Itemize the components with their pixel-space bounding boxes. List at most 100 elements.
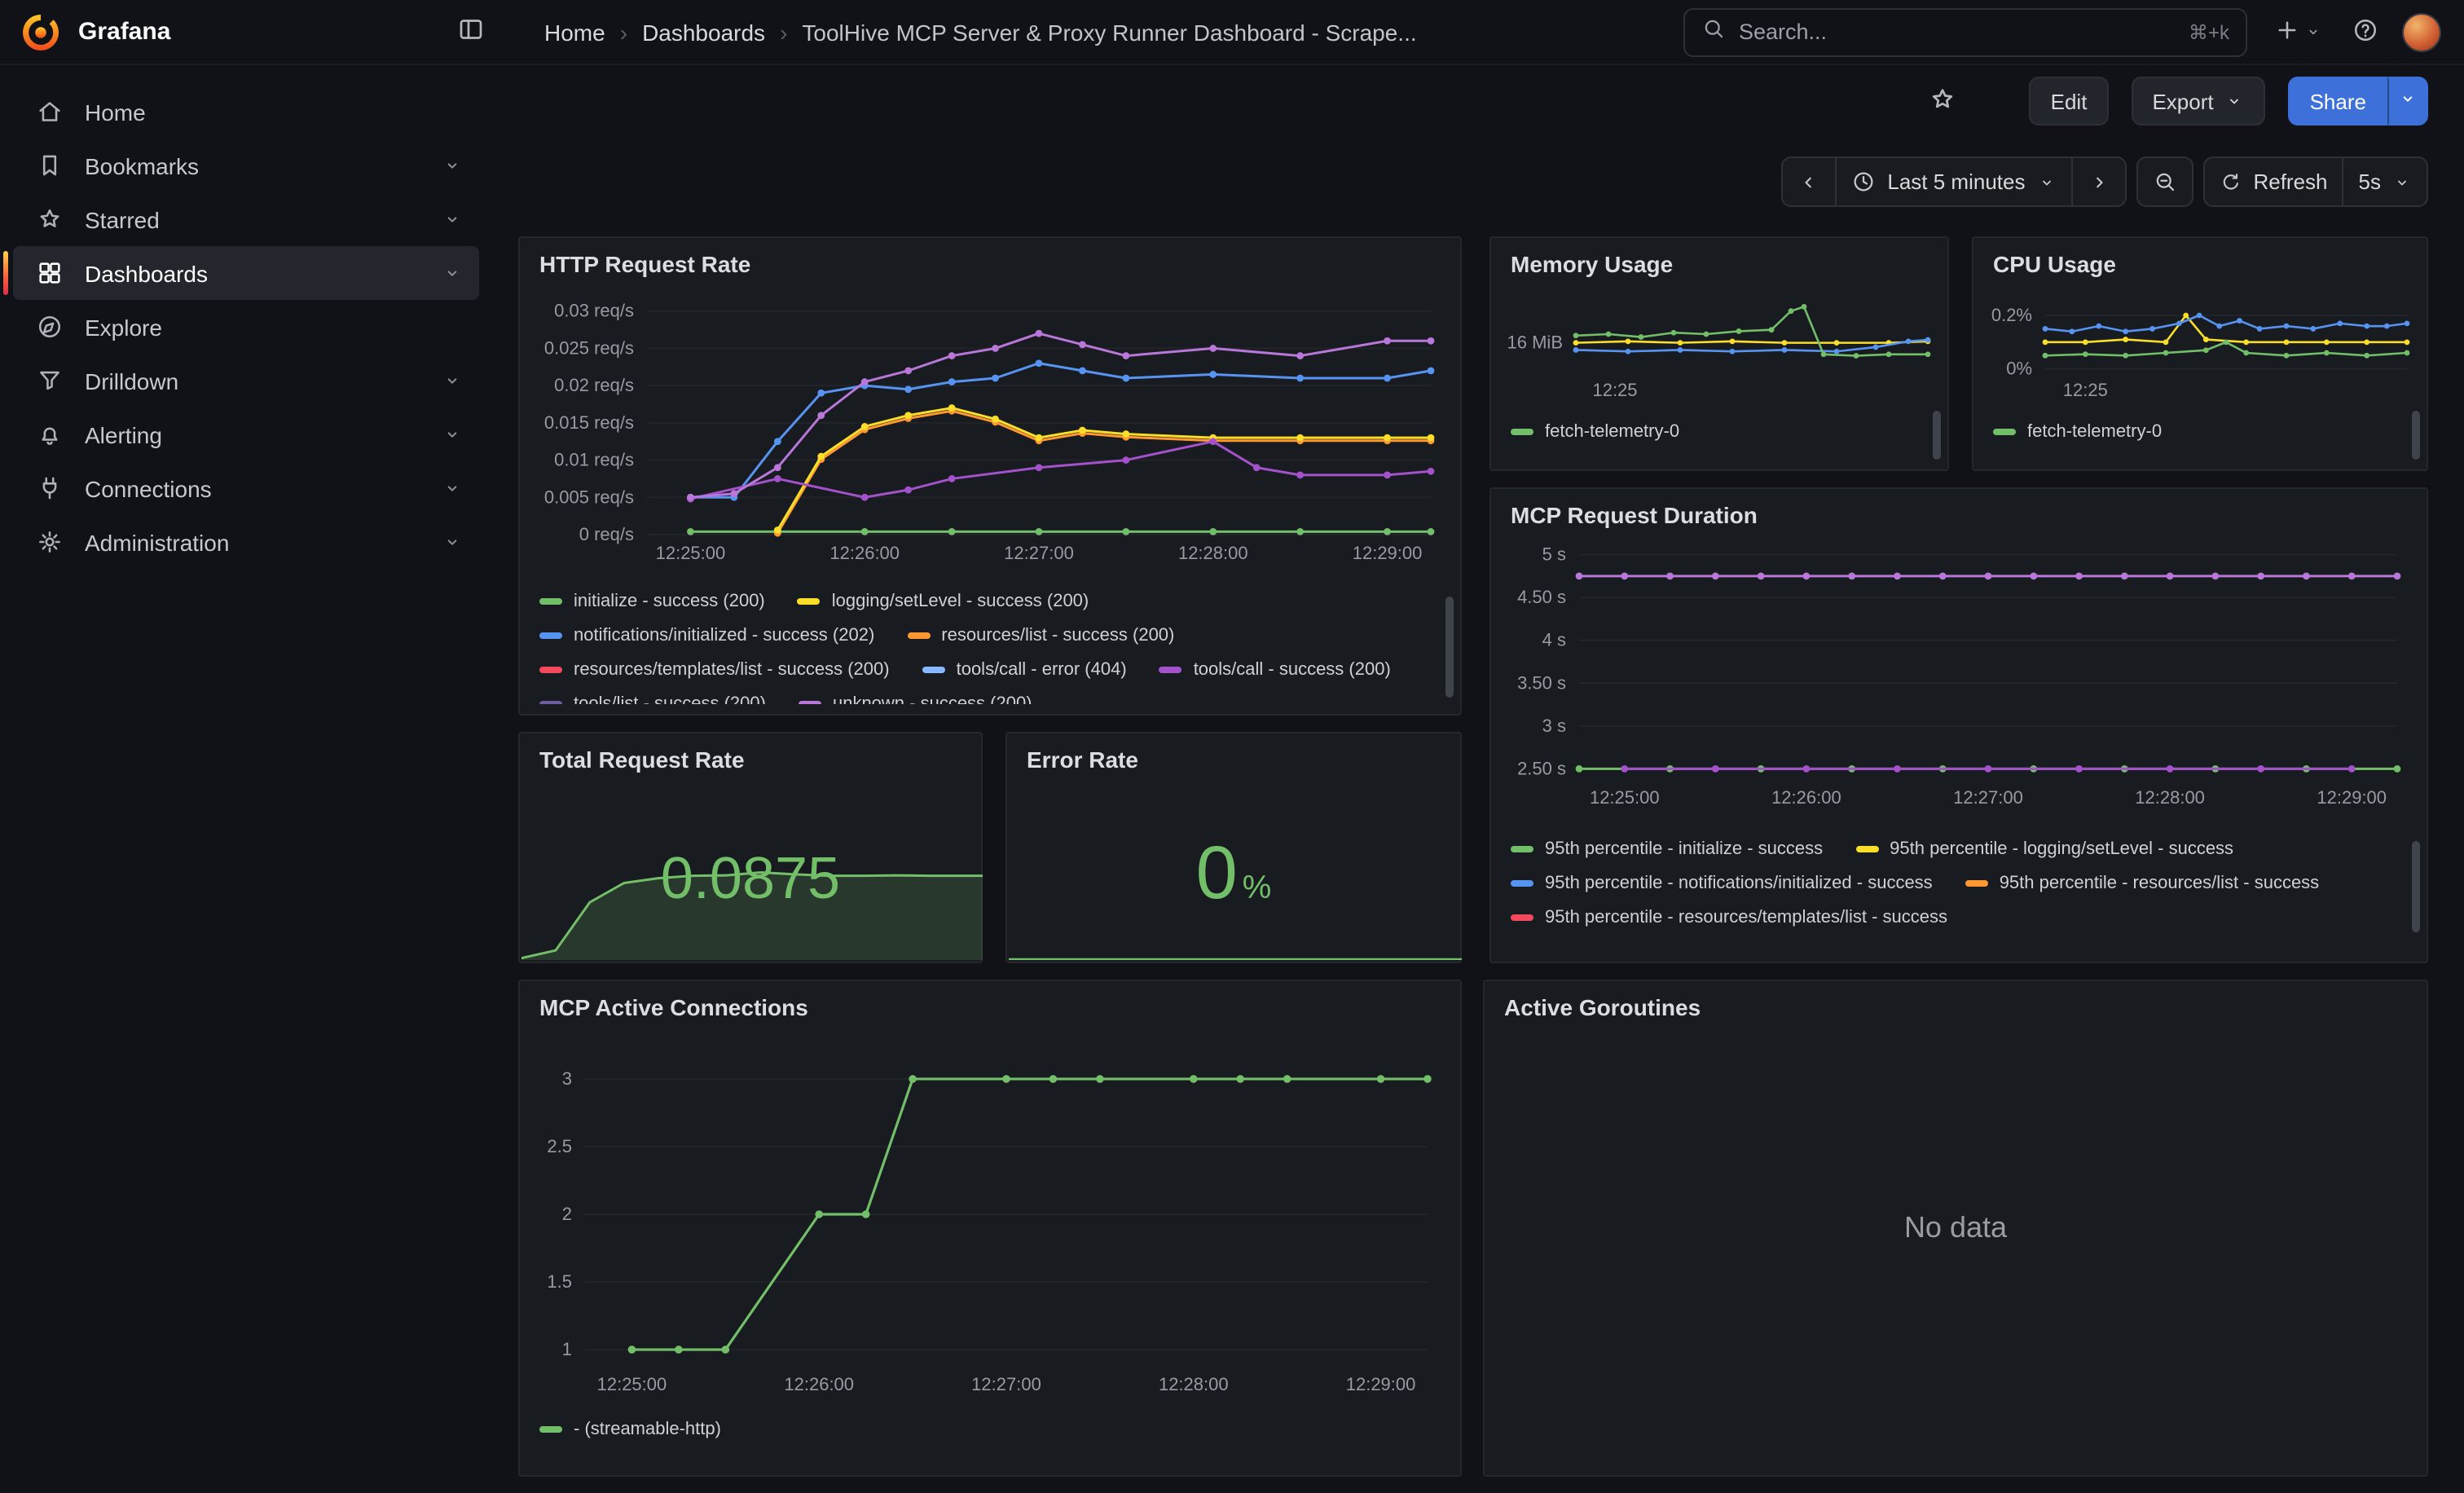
legend-scrollbar[interactable]	[1445, 597, 1454, 698]
legend-item[interactable]: tools/call - error (404)	[922, 658, 1127, 680]
chevron-down-icon[interactable]	[442, 424, 463, 445]
panel-title[interactable]: Memory Usage	[1511, 251, 1673, 277]
plus-icon	[2273, 15, 2301, 48]
drilldown-icon	[36, 367, 65, 394]
panel-title[interactable]: Error Rate	[1027, 746, 1138, 773]
panel-title[interactable]: MCP Request Duration	[1511, 502, 1758, 528]
sidebar-toggle-button[interactable]	[450, 8, 492, 55]
time-forward-button[interactable]	[2070, 158, 2124, 205]
legend-swatch	[539, 597, 562, 604]
sidebar: HomeBookmarksStarredDashboardsExploreDri…	[0, 65, 492, 1493]
legend-item[interactable]: unknown - success (200)	[799, 693, 1032, 704]
chevron-down-icon	[2397, 88, 2418, 114]
sidebar-item-administration[interactable]: Administration	[13, 515, 479, 569]
legend-item[interactable]: fetch-telemetry-0	[1993, 421, 2162, 442]
legend-item[interactable]: initialize - success (200)	[539, 590, 765, 611]
legend-label: 95th percentile - resources/list - succe…	[2000, 873, 2320, 892]
export-button[interactable]: Export	[2131, 77, 2265, 126]
sidebar-item-home[interactable]: Home	[13, 85, 479, 139]
export-label: Export	[2152, 89, 2213, 113]
sidebar-item-drilldown[interactable]: Drilldown	[13, 354, 479, 407]
legend-label: 95th percentile - notifications/initiali…	[1545, 873, 1933, 892]
refresh-button[interactable]: Refresh	[2204, 158, 2342, 205]
share-button[interactable]: Share	[2289, 77, 2387, 126]
chevron-down-icon[interactable]	[442, 478, 463, 499]
panel-memory-usage: Memory Usage 16 MiB12:25 fetch-telemetry…	[1489, 236, 1949, 471]
share-caret-button[interactable]	[2387, 77, 2428, 126]
panel-title[interactable]: HTTP Request Rate	[539, 251, 750, 277]
legend-item[interactable]: 95th percentile - notifications/initiali…	[1511, 872, 1933, 893]
cpu-usage-chart[interactable]: 0%0.2%12:25	[1983, 287, 2420, 401]
chevron-down-icon[interactable]	[442, 155, 463, 176]
edit-button[interactable]: Edit	[2030, 77, 2109, 126]
chevron-down-icon[interactable]	[442, 531, 463, 553]
legend-item[interactable]: resources/templates/list - success (200)	[539, 658, 890, 680]
legend-item[interactable]: 95th percentile - resources/list - succe…	[1965, 872, 2320, 893]
svg-text:0.02 req/s: 0.02 req/s	[554, 375, 634, 395]
panel-toggle-icon	[456, 15, 486, 49]
time-back-button[interactable]	[1783, 158, 1835, 205]
time-range-picker[interactable]: Last 5 minutes	[1835, 158, 2070, 205]
legend-item[interactable]: tools/list - success (200)	[539, 693, 766, 704]
legend-swatch	[539, 700, 562, 704]
add-button[interactable]	[2267, 9, 2329, 55]
legend-scrollbar[interactable]	[2412, 411, 2420, 460]
sidebar-item-dashboards[interactable]: Dashboards	[13, 246, 479, 300]
sidebar-item-explore[interactable]: Explore	[13, 300, 479, 354]
search-placeholder: Search...	[1739, 20, 2176, 44]
memory-usage-chart[interactable]: 16 MiB12:25	[1501, 287, 1941, 401]
breadcrumb-item[interactable]: ToolHive MCP Server & Proxy Runner Dashb…	[802, 19, 1416, 45]
legend-item[interactable]: fetch-telemetry-0	[1511, 421, 1679, 442]
chevron-down-icon[interactable]	[442, 209, 463, 230]
legend-item[interactable]: tools/call - success (200)	[1159, 658, 1391, 680]
chevron-down-icon	[2036, 172, 2056, 192]
chevron-down-icon[interactable]	[442, 370, 463, 391]
zoom-out-button[interactable]	[2137, 158, 2191, 205]
svg-text:3.50 s: 3.50 s	[1517, 672, 1566, 693]
legend-item[interactable]: 95th percentile - initialize - success	[1511, 838, 1823, 859]
legend-item[interactable]: logging/setLevel - success (200)	[798, 590, 1089, 611]
chevron-left-icon	[1797, 170, 1820, 193]
legend-label: resources/templates/list - success (200)	[574, 659, 890, 679]
gear-icon	[36, 528, 65, 556]
sidebar-list: HomeBookmarksStarredDashboardsExploreDri…	[13, 85, 479, 569]
help-button[interactable]	[2345, 9, 2386, 55]
search-shortcut: ⌘+k	[2189, 20, 2229, 43]
refresh-icon	[2219, 170, 2242, 193]
panel-title[interactable]: MCP Active Connections	[539, 994, 808, 1020]
chevron-down-icon	[2225, 91, 2245, 111]
svg-text:2.50 s: 2.50 s	[1517, 758, 1566, 778]
search-input[interactable]: Search... ⌘+k	[1683, 7, 2247, 56]
legend-item[interactable]: - (streamable-http)	[539, 1418, 721, 1439]
svg-text:0.025 req/s: 0.025 req/s	[544, 337, 634, 358]
sidebar-item-alerting[interactable]: Alerting	[13, 407, 479, 461]
svg-text:16 MiB: 16 MiB	[1507, 333, 1563, 353]
legend-swatch	[1511, 914, 1533, 920]
grafana-logo[interactable]	[20, 11, 62, 53]
mcp-request-duration-chart[interactable]: 2.50 s3 s3.50 s4 s4.50 s5 s12:25:0012:26…	[1501, 531, 2420, 818]
favorite-star-button[interactable]	[1922, 77, 1965, 125]
sidebar-item-connections[interactable]: Connections	[13, 461, 479, 515]
sidebar-item-bookmarks[interactable]: Bookmarks	[13, 139, 479, 192]
breadcrumb-item[interactable]: Dashboards	[642, 19, 765, 45]
legend-item[interactable]: notifications/initialized - success (202…	[539, 624, 874, 645]
svg-text:0.005 req/s: 0.005 req/s	[544, 487, 634, 507]
sidebar-item-starred[interactable]: Starred	[13, 192, 479, 246]
refresh-interval-picker[interactable]: 5s	[2343, 158, 2427, 205]
legend-item[interactable]: resources/list - success (200)	[907, 624, 1174, 645]
panel-error-rate: Error Rate 0 %	[1005, 732, 1462, 963]
legend-label: fetch-telemetry-0	[1545, 421, 1679, 441]
user-avatar[interactable]	[2402, 12, 2441, 51]
mcp-active-connections-chart[interactable]: 11.522.5312:25:0012:26:0012:27:0012:28:0…	[530, 1050, 1454, 1408]
panel-title[interactable]: CPU Usage	[1993, 251, 2116, 277]
legend-item[interactable]: 95th percentile - resources/templates/li…	[1511, 906, 1947, 927]
legend-swatch	[799, 700, 821, 704]
legend-item[interactable]: 95th percentile - logging/setLevel - suc…	[1855, 838, 2233, 859]
chevron-down-icon[interactable]	[442, 262, 463, 284]
legend-scrollbar[interactable]	[1933, 411, 1941, 460]
legend-scrollbar[interactable]	[2412, 841, 2420, 932]
svg-text:4 s: 4 s	[1542, 630, 1566, 650]
breadcrumb-item[interactable]: Home	[544, 19, 605, 45]
http-request-rate-chart[interactable]: 0 req/s0.005 req/s0.01 req/s0.015 req/s0…	[530, 287, 1454, 574]
panel-title[interactable]: Total Request Rate	[539, 746, 745, 773]
